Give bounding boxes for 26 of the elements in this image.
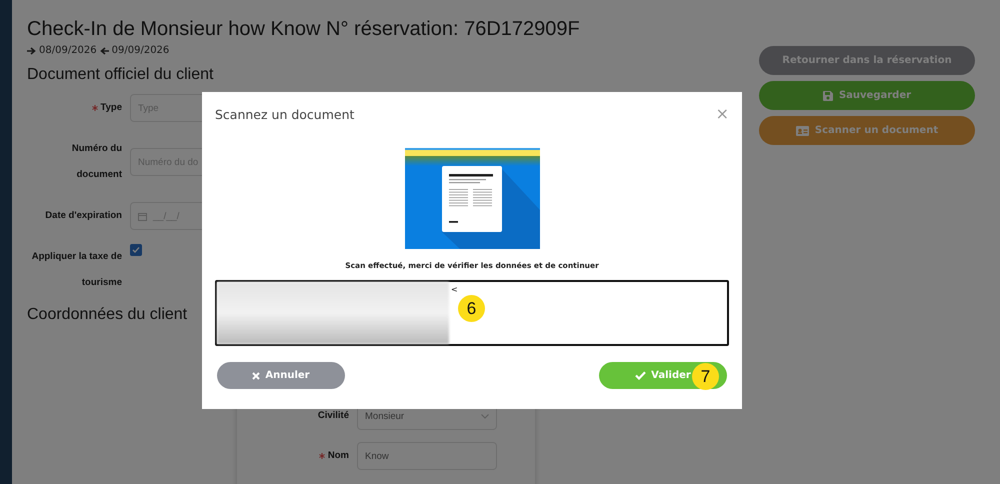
arrow-right-icon (27, 46, 36, 54)
arrow-left-icon (100, 46, 109, 54)
field-label: Date d'expiration (45, 209, 122, 223)
field-label: Nom (328, 449, 349, 463)
arrival-date: 08/09/2026 (39, 45, 97, 56)
text-field[interactable]: Know (357, 442, 497, 470)
caret-icon (481, 414, 489, 418)
close-icon (252, 372, 260, 380)
cancel-button[interactable]: Annuler (217, 362, 345, 389)
field-label: Appliquer la taxe de tourisme (30, 250, 122, 290)
field-label: Numéro du document (70, 142, 122, 182)
close-button[interactable]: × (716, 106, 729, 122)
id-card-icon (796, 126, 809, 136)
calendar-icon (138, 212, 147, 220)
departure-date: 09/09/2026 (112, 45, 170, 56)
step-marker: 6 (458, 295, 485, 322)
section-heading: Document officiel du client (27, 66, 214, 84)
page-title: Check-In de Monsieur how Know N° réservation: 76D172909F (27, 18, 581, 41)
check-icon (635, 371, 646, 380)
field-label: Type (100, 101, 122, 115)
dialog-title: Scannez un document (215, 106, 354, 122)
save-button[interactable]: Sauvegarder (759, 81, 975, 110)
checkbox[interactable] (130, 244, 142, 256)
section-heading: Coordonnées du client (27, 306, 188, 324)
field-label: Civilité (318, 409, 349, 423)
scan-button[interactable]: Scanner un document (759, 116, 975, 145)
